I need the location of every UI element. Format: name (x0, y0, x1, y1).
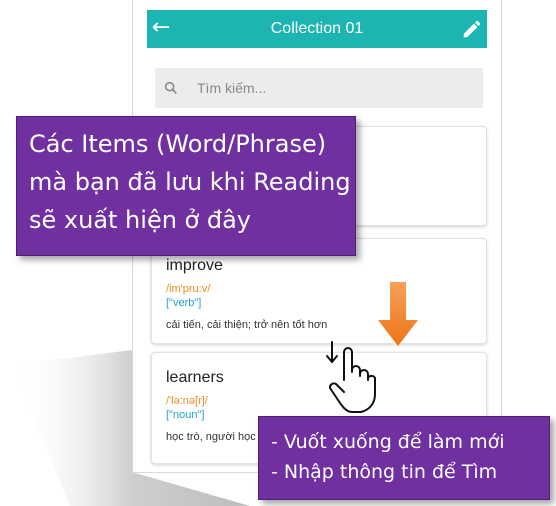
callout-line: - Vuốt xuống để làm mới (271, 431, 505, 453)
item-word: learners (166, 369, 224, 386)
item-ipa: /im'pru:v/ (166, 283, 211, 295)
item-meaning: cải tiến, cải thiện; trở nên tốt hơn (166, 319, 328, 331)
item-meaning: học trò, người học (166, 431, 256, 443)
arrow-down-icon (378, 282, 418, 346)
search-input[interactable]: Tìm kiếm... (155, 68, 483, 108)
callout-instructions: - Vuốt xuống để làm mới - Nhập thông tin… (258, 416, 550, 500)
item-pos: ["noun"] (166, 409, 205, 421)
app-bar: ← Collection 01 (147, 10, 487, 48)
pencil-icon[interactable] (461, 18, 483, 40)
callout-line: Các Items (Word/Phrase) (29, 130, 327, 158)
page-title: Collection 01 (270, 20, 364, 37)
callout-line: sẽ xuất hiện ở đây (29, 206, 251, 234)
callout-line: - Nhập thông tin để Tìm (271, 461, 498, 483)
search-icon (164, 81, 177, 94)
item-ipa: /'lə:nə[r]/ (166, 395, 208, 407)
search-placeholder: Tìm kiếm... (197, 80, 267, 96)
callout-line: mà bạn đã lưu khi Reading (29, 168, 351, 196)
item-pos: ["verb"] (166, 297, 202, 309)
callout-saved-items: Các Items (Word/Phrase) mà bạn đã lưu kh… (16, 116, 356, 256)
swipe-hand-icon (326, 341, 376, 413)
item-word: improve (166, 257, 223, 274)
